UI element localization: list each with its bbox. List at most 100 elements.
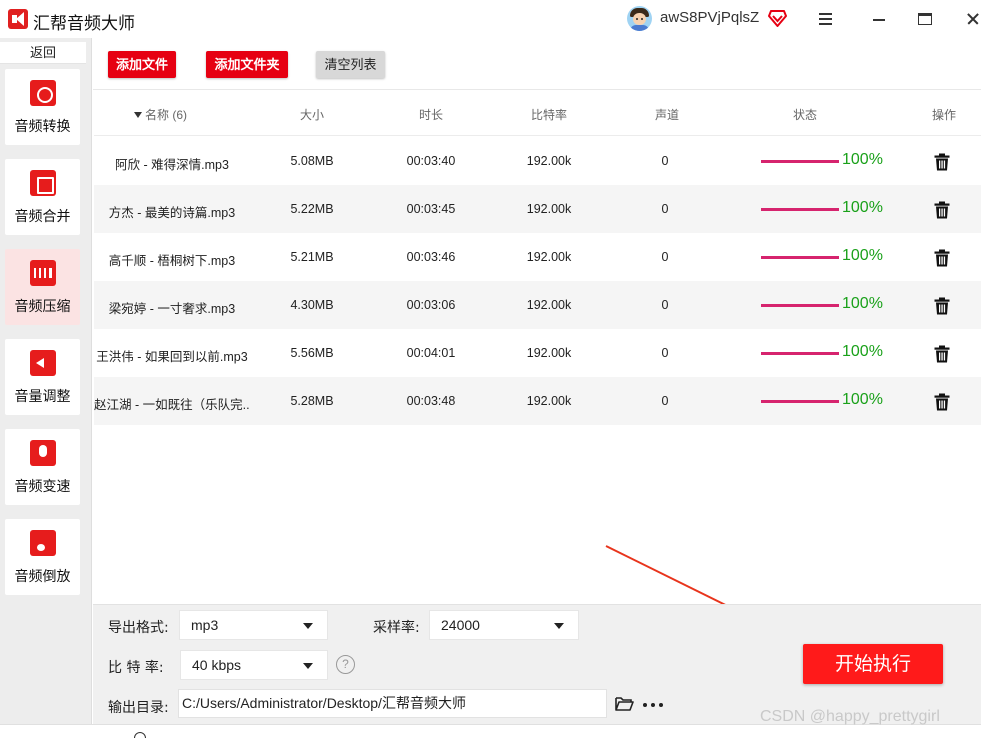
watermark: CSDN @happy_prettygirl: [760, 708, 940, 725]
file-size: 5.21MB: [290, 250, 334, 264]
sidebar-item-label: 音频倒放: [14, 569, 71, 585]
format-select[interactable]: mp3: [179, 610, 328, 640]
samplerate-select[interactable]: 24000: [429, 610, 579, 640]
trash-icon[interactable]: [934, 201, 950, 219]
progress-bar: [761, 352, 839, 355]
column-header-size: 大小: [299, 108, 324, 122]
title-bar: 汇帮音频大师 awS8PVjPqlsZ: [0, 0, 981, 38]
file-bitrate: 192.00k: [526, 298, 572, 312]
file-duration: 00:03:48: [406, 394, 456, 408]
trash-icon[interactable]: [934, 297, 950, 315]
clear-list-button[interactable]: 清空列表: [316, 51, 385, 78]
file-duration: 00:03:45: [406, 202, 456, 216]
sidebar-item-label: 音频压缩: [14, 299, 71, 315]
file-duration: 00:03:06: [406, 298, 456, 312]
trash-icon[interactable]: [934, 345, 950, 363]
menu-icon[interactable]: [814, 7, 838, 31]
progress-fill: [761, 256, 839, 259]
file-bitrate: 192.00k: [526, 202, 572, 216]
chevron-down-icon: [303, 663, 313, 669]
sidebar-item-volume-adjust[interactable]: 音量调整: [5, 339, 80, 415]
file-name: 高千顺 - 梧桐树下.mp3: [108, 254, 236, 268]
table-header: 名称 (6) 大小 时长 比特率 声道 状态 操作: [94, 90, 981, 136]
table-row[interactable]: 方杰 - 最美的诗篇.mp3 5.22MB 00:03:45 192.00k 0 100%: [94, 185, 981, 233]
status-bar: [0, 724, 981, 738]
app-title: 汇帮音频大师: [33, 14, 135, 34]
sidebar-item-audio-compress[interactable]: 音频压缩: [5, 249, 80, 325]
file-name: 阿欣 - 难得深情.mp3: [115, 158, 229, 172]
file-duration: 00:03:40: [406, 154, 456, 168]
trash-icon[interactable]: [934, 153, 950, 171]
table-row[interactable]: 赵江湖 - 一如既往（乐队完... 5.28MB 00:03:48 192.00k 0 1…: [94, 377, 981, 425]
file-channel: 0: [661, 202, 669, 216]
file-channel: 0: [661, 250, 669, 264]
progress-text: 100%: [842, 247, 883, 264]
progress-text: 100%: [842, 151, 883, 168]
maximize-icon[interactable]: [913, 7, 937, 31]
file-channel: 0: [661, 394, 669, 408]
file-channel: 0: [661, 154, 669, 168]
progress-bar: [761, 160, 839, 163]
file-bitrate: 192.00k: [526, 154, 572, 168]
output-path-field[interactable]: C:/Users/Administrator/Desktop/汇帮音频大师: [178, 689, 607, 718]
column-header-status: 状态: [792, 108, 817, 122]
close-icon[interactable]: [962, 7, 981, 31]
column-header-duration: 时长: [418, 108, 443, 122]
file-size: 4.30MB: [290, 298, 334, 312]
folder-open-icon[interactable]: [615, 696, 634, 711]
start-button[interactable]: 开始执行: [803, 644, 943, 684]
progress-fill: [761, 352, 839, 355]
sidebar-item-audio-merge[interactable]: 音频合并: [5, 159, 80, 235]
bitrate-select[interactable]: 40 kbps: [180, 650, 328, 680]
table-row[interactable]: 梁宛婷 - 一寸奢求.mp3 4.30MB 00:03:06 192.00k 0 100%: [94, 281, 981, 329]
trash-icon[interactable]: [934, 393, 950, 411]
table-row[interactable]: 高千顺 - 梧桐树下.mp3 5.21MB 00:03:46 192.00k 0 100%: [94, 233, 981, 281]
trash-icon[interactable]: [934, 249, 950, 267]
minimize-icon[interactable]: [867, 7, 891, 31]
progress-text: 100%: [842, 199, 883, 216]
column-header-channel: 声道: [654, 108, 679, 122]
sidebar-item-label: 音频转换: [14, 119, 71, 135]
progress-text: 100%: [842, 343, 883, 360]
column-header-action: 操作: [931, 108, 956, 122]
format-value: mp3: [191, 617, 219, 633]
bitrate-label: 比 特 率:: [108, 660, 164, 676]
file-size: 5.22MB: [290, 202, 334, 216]
file-name: 方杰 - 最美的诗篇.mp3: [108, 206, 236, 220]
table-row[interactable]: 阿欣 - 难得深情.mp3 5.08MB 00:03:40 192.00k 0 100%: [94, 137, 981, 185]
progress-bar: [761, 304, 839, 307]
vip-diamond-icon[interactable]: [768, 10, 787, 27]
user-avatar[interactable]: [627, 6, 652, 31]
help-icon[interactable]: ?: [336, 655, 355, 674]
audio-convert-icon: [30, 80, 56, 106]
file-duration: 00:04:01: [406, 346, 456, 360]
file-bitrate: 192.00k: [526, 346, 572, 360]
progress-text: 100%: [842, 391, 883, 408]
username[interactable]: awS8PVjPqlsZ: [660, 9, 759, 26]
sidebar-item-audio-speed[interactable]: 音频变速: [5, 429, 80, 505]
file-name: 梁宛婷 - 一寸奢求.mp3: [108, 302, 236, 316]
music-note-icon: [30, 530, 56, 556]
file-duration: 00:03:46: [406, 250, 456, 264]
sidebar-item-audio-convert[interactable]: 音频转换: [5, 69, 80, 145]
more-options-icon[interactable]: [643, 703, 663, 707]
sidebar-item-label: 音频变速: [14, 479, 71, 495]
output-dir-label: 输出目录:: [108, 700, 169, 716]
samplerate-value: 24000: [441, 617, 480, 633]
file-bitrate: 192.00k: [526, 250, 572, 264]
add-file-button[interactable]: 添加文件: [108, 51, 176, 78]
samplerate-label: 采样率:: [373, 620, 420, 636]
sidebar: 返回 音频转换 音频合并 音频压缩 音量调整 音频变速 音频倒放: [0, 38, 92, 738]
progress-text: 100%: [842, 295, 883, 312]
volume-adjust-icon: [30, 350, 56, 376]
sidebar-item-audio-reverse[interactable]: 音频倒放: [5, 519, 80, 595]
microphone-icon: [30, 440, 56, 466]
back-button[interactable]: 返回: [0, 42, 86, 64]
progress-bar: [761, 208, 839, 211]
file-channel: 0: [661, 346, 669, 360]
audio-compress-icon: [30, 260, 56, 286]
table-row[interactable]: 王洪伟 - 如果回到以前.mp3 5.56MB 00:04:01 192.00k 0 10…: [94, 329, 981, 377]
column-header-name[interactable]: 名称 (6): [134, 106, 204, 123]
file-size: 5.28MB: [290, 394, 334, 408]
add-folder-button[interactable]: 添加文件夹: [206, 51, 288, 78]
